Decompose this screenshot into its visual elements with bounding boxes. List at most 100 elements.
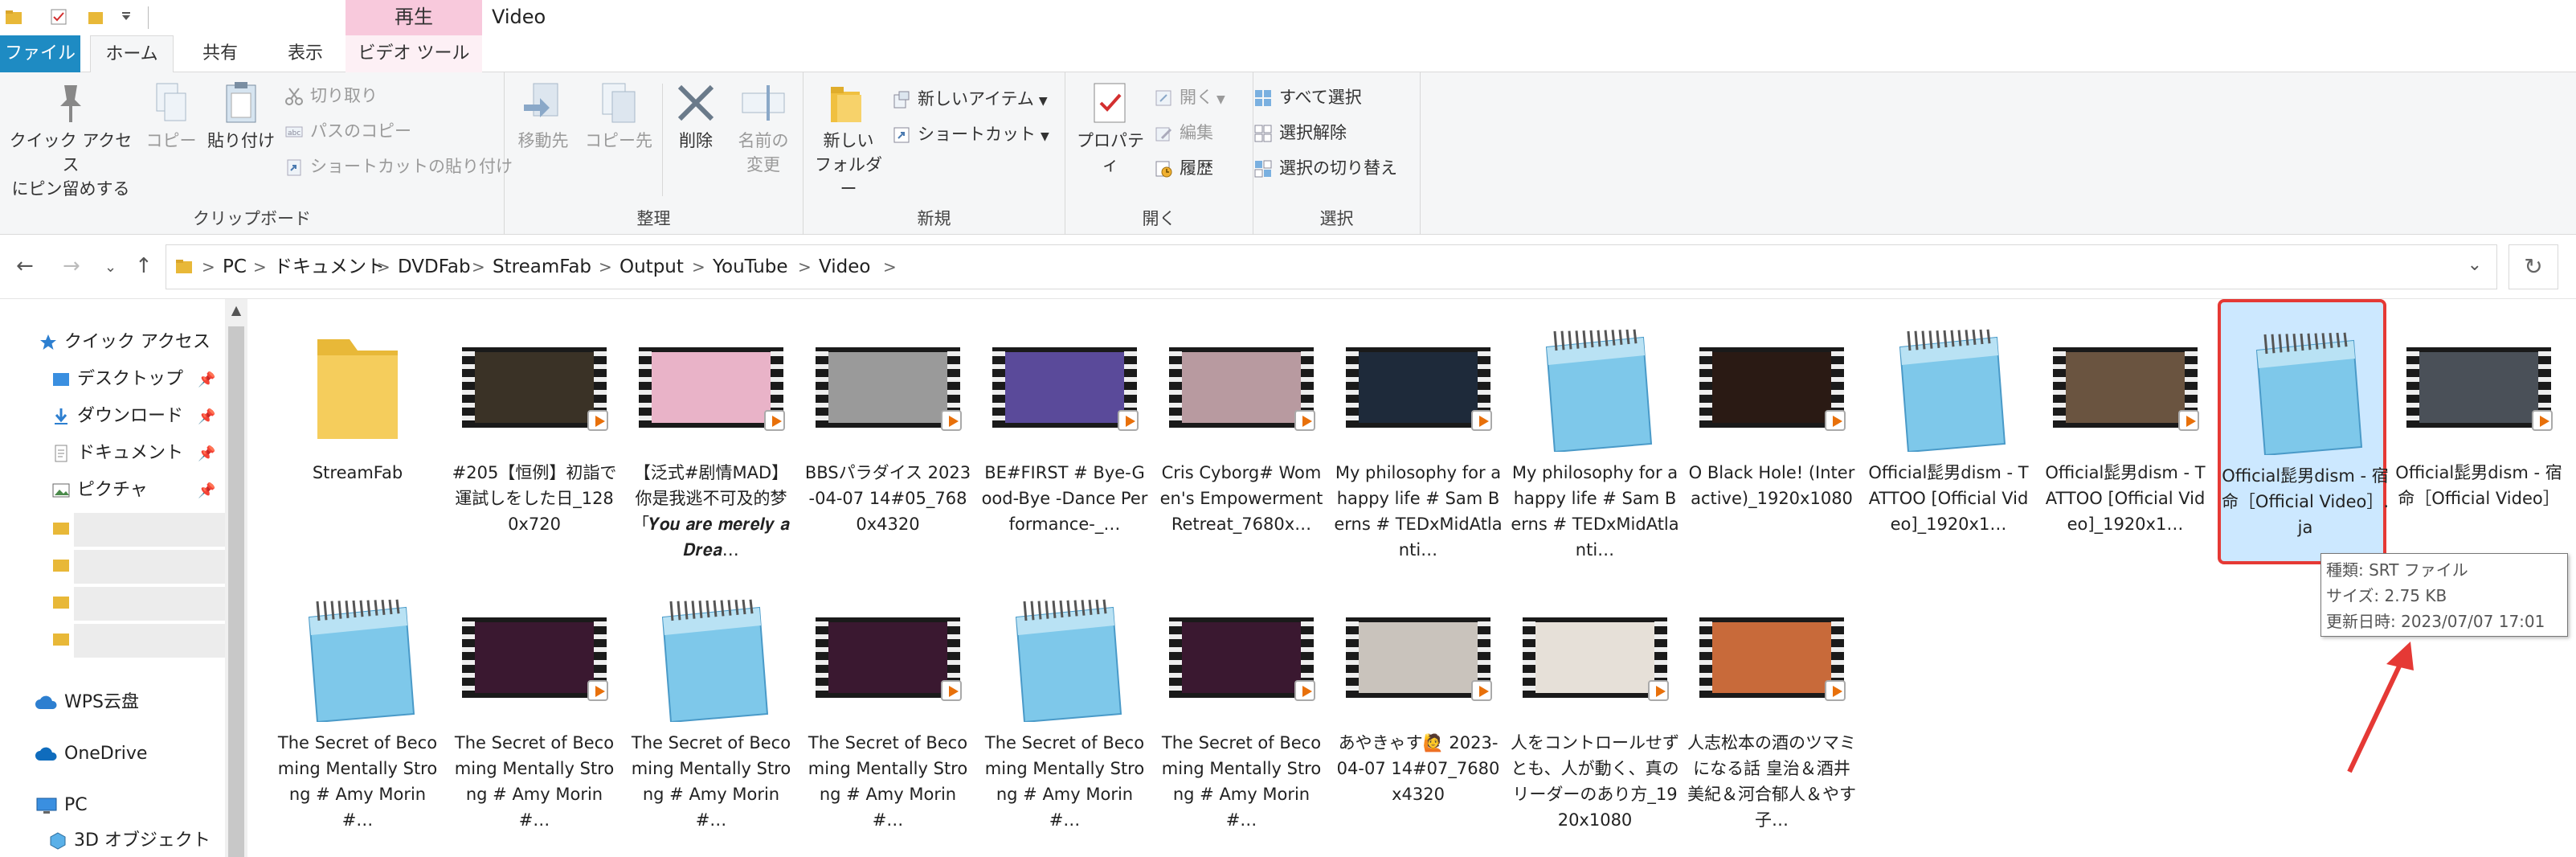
navigation-row: ← → ⌄ ↑ > PC > ドキュメント > DVDFab > StreamF… xyxy=(0,235,2576,299)
nav-folder-icon[interactable] xyxy=(51,518,71,540)
pin-icon[interactable]: 📌 xyxy=(198,408,215,425)
invert-selection-button[interactable]: 選択の切り替え xyxy=(1253,154,1397,182)
nav-documents[interactable]: ドキュメント xyxy=(51,437,183,470)
file-item[interactable]: My philosophy for a happy life # Sam Ber… xyxy=(1511,299,1679,564)
file-item[interactable]: My philosophy for a happy life # Sam Ber… xyxy=(1334,299,1503,564)
file-item[interactable]: 人志松本の酒のツマミになる話 皇治＆酒井美紀＆河合郁人＆やす子… xyxy=(1687,569,1856,834)
star-icon xyxy=(40,334,56,350)
nav-folder-icon[interactable] xyxy=(51,629,71,651)
computer-icon xyxy=(36,798,57,814)
pin-icon[interactable]: 📌 xyxy=(198,445,215,462)
up-arrow-icon[interactable]: ↑ xyxy=(135,254,153,278)
file-item[interactable]: BBSパラダイス 2023-04-07 14#05_7680x4320 xyxy=(803,299,972,564)
breadcrumb-output[interactable]: Output xyxy=(619,245,684,289)
forward-arrow-icon[interactable]: → xyxy=(63,254,80,278)
cut-button[interactable]: 切り取り xyxy=(284,82,378,109)
delete-button[interactable]: 削除 xyxy=(667,80,725,153)
scroll-up-arrow-icon[interactable]: ▲ xyxy=(225,299,247,322)
nav-3d-objects[interactable]: 3D オブジェクト xyxy=(48,825,211,857)
breadcrumb-pc[interactable]: PC xyxy=(223,245,247,289)
file-item[interactable]: The Secret of Becoming Mentally Strong #… xyxy=(627,569,795,834)
copy-to-button[interactable]: コピー先 xyxy=(582,80,656,153)
breadcrumb-separator: > xyxy=(883,257,897,277)
file-item[interactable]: The Secret of Becoming Mentally Strong #… xyxy=(1157,569,1326,834)
history-button[interactable]: 履歴 xyxy=(1154,154,1213,182)
properties-button[interactable]: プロパティ xyxy=(1070,80,1151,177)
file-item[interactable]: Official髭男dism - 宿命［Official Video］ xyxy=(2394,299,2563,564)
breadcrumb-video[interactable]: Video xyxy=(819,245,870,289)
scrollbar-thumb[interactable] xyxy=(228,326,244,857)
pin-quick-access-button[interactable]: クイック アクセス にピン留めする xyxy=(5,80,137,201)
select-none-button[interactable]: 選択解除 xyxy=(1253,119,1347,146)
redacted-folder-name[interactable] xyxy=(74,624,225,658)
edit-button[interactable]: 編集 xyxy=(1154,119,1213,146)
move-to-button[interactable]: 移動先 xyxy=(511,80,575,153)
select-none-label: 選択解除 xyxy=(1279,123,1347,142)
tab-share[interactable]: 共有 xyxy=(180,35,260,72)
file-item[interactable]: BE#FIRST # Bye-Good-Bye -Dance Performan… xyxy=(980,299,1149,564)
file-item[interactable]: Official髭男dism - 宿命［Official Video］.ja xyxy=(2218,299,2389,564)
file-item[interactable]: Cris Cyborg# Women's Empowerment Retreat… xyxy=(1157,299,1326,564)
new-folder-button[interactable]: 新しい フォルダー xyxy=(810,80,887,201)
file-item[interactable]: #205【恒例】初詣で運試しをした日_1280x720 xyxy=(450,299,619,564)
folder-item[interactable]: StreamFab xyxy=(273,299,442,564)
qat-dropdown-icon[interactable] xyxy=(117,8,135,26)
pin-icon[interactable]: 📌 xyxy=(198,482,215,499)
tab-home[interactable]: ホーム xyxy=(90,35,174,73)
copy-button[interactable]: コピー xyxy=(141,80,201,153)
nav-downloads[interactable]: ダウンロード xyxy=(51,400,183,433)
refresh-icon[interactable]: ↻ xyxy=(2509,244,2558,289)
navpane-scrollbar[interactable]: ▲ xyxy=(225,299,247,857)
nav-desktop[interactable]: デスクトップ xyxy=(51,363,183,396)
open-button[interactable]: 開く ▼ xyxy=(1154,84,1225,111)
folder-icon xyxy=(53,523,69,535)
nav-quick-access[interactable]: クイック アクセス xyxy=(39,326,211,359)
file-item[interactable]: The Secret of Becoming Mentally Strong #… xyxy=(803,569,972,834)
address-bar[interactable]: > PC > ドキュメント > DVDFab > StreamFab > Out… xyxy=(166,244,2497,289)
file-item[interactable]: The Secret of Becoming Mentally Strong #… xyxy=(450,569,619,834)
properties-check-icon[interactable] xyxy=(50,8,67,26)
file-item[interactable]: 【泛式#剧情MAD】你是我逃不可及的梦「𝒀𝒐𝒖 𝒂𝒓𝒆 𝒎𝒆𝒓𝒆𝒍𝒚 𝒂 𝑫𝒓𝒆… xyxy=(627,299,795,564)
file-name-label: The Secret of Becoming Mentally Strong #… xyxy=(808,733,968,830)
breadcrumb-dvdfab[interactable]: DVDFab xyxy=(398,245,471,289)
nav-folder-icon[interactable] xyxy=(51,555,71,577)
new-item-button[interactable]: 新しいアイテム ▼ xyxy=(892,85,1048,113)
new-folder-qat-icon[interactable] xyxy=(87,8,104,26)
file-item[interactable]: O Black Hole! (Interactive)_1920x1080 xyxy=(1687,299,1856,564)
file-item[interactable]: 人をコントロールせずとも、人が動く、真のリーダーのあり方_1920x1080 xyxy=(1511,569,1679,834)
breadcrumb-streamfab[interactable]: StreamFab xyxy=(493,245,591,289)
pin-icon[interactable]: 📌 xyxy=(198,371,215,388)
file-item[interactable]: The Secret of Becoming Mentally Strong #… xyxy=(273,569,442,834)
shortcut-button[interactable]: ショートカット ▼ xyxy=(892,121,1049,148)
nav-onedrive[interactable]: OneDrive xyxy=(35,738,147,770)
nav-wps-cloud[interactable]: WPS云盘 xyxy=(35,687,139,719)
tab-view[interactable]: 表示 xyxy=(265,35,346,72)
redacted-folder-name[interactable] xyxy=(74,550,225,584)
file-item[interactable]: The Secret of Becoming Mentally Strong #… xyxy=(980,569,1149,834)
paste-button[interactable]: 貼り付け xyxy=(204,80,278,153)
copy-path-button[interactable]: abc パスのコピー xyxy=(284,117,411,145)
tab-file[interactable]: ファイル xyxy=(0,35,80,72)
paste-shortcut-button[interactable]: ショートカットの貼り付け xyxy=(284,153,513,180)
nav-pictures[interactable]: ピクチャ xyxy=(51,474,148,506)
nav-folder-icon[interactable] xyxy=(51,592,71,614)
breadcrumb-documents[interactable]: ドキュメント xyxy=(274,245,385,289)
address-dropdown-chevron-icon[interactable]: ⌄ xyxy=(2468,255,2482,275)
file-name-label: Official髭男dism - TATTOO [Official Video]… xyxy=(1868,463,2029,534)
back-arrow-icon[interactable]: ← xyxy=(16,254,34,278)
shortcut-dropdown-icon: ▼ xyxy=(1041,130,1049,143)
edit-pencil-icon xyxy=(1155,127,1172,141)
recent-locations-chevron-icon[interactable]: ⌄ xyxy=(104,259,117,276)
rename-button[interactable]: 名前の 変更 xyxy=(728,80,799,177)
tab-video-tools[interactable]: ビデオ ツール xyxy=(346,35,482,72)
file-item[interactable]: Official髭男dism - TATTOO [Official Video]… xyxy=(1864,299,2033,564)
redacted-folder-name[interactable] xyxy=(74,513,225,547)
nav-pc[interactable]: PC xyxy=(35,789,88,822)
file-item[interactable]: Official髭男dism - TATTOO [Official Video]… xyxy=(2041,299,2210,564)
breadcrumb-youtube[interactable]: YouTube xyxy=(713,245,788,289)
file-name-label: The Secret of Becoming Mentally Strong #… xyxy=(631,733,791,830)
contextual-tab-play[interactable]: 再生 xyxy=(346,0,482,35)
select-all-button[interactable]: すべて選択 xyxy=(1253,84,1362,111)
redacted-folder-name[interactable] xyxy=(74,587,225,621)
file-item[interactable]: あやきゃす🙋 2023-04-07 14#07_7680x4320 xyxy=(1334,569,1503,834)
